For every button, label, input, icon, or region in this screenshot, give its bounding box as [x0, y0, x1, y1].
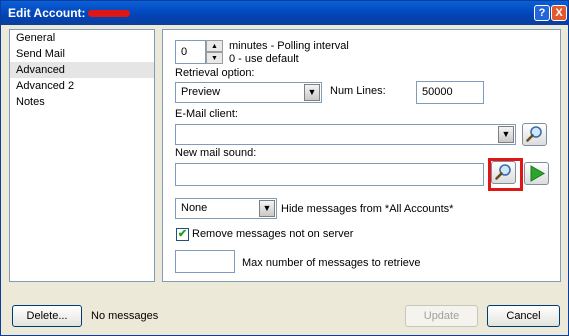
- sidebar-item-send-mail[interactable]: Send Mail: [10, 46, 154, 62]
- spin-down-icon[interactable]: ▼: [206, 52, 223, 64]
- window-title: Edit Account:: [8, 6, 130, 20]
- retrieval-option-value: Preview: [181, 86, 221, 98]
- num-lines-input[interactable]: 50000: [416, 81, 484, 104]
- polling-default-hint: 0 - use default: [229, 53, 299, 65]
- edit-account-dialog: Edit Account: ? X General Send Mail Adva…: [0, 0, 569, 336]
- update-button[interactable]: Update: [405, 305, 478, 327]
- advanced-settings-panel: 0 ▲ ▼ minutes - Polling interval 0 - use…: [162, 29, 561, 282]
- browse-email-client-button[interactable]: [522, 123, 547, 146]
- title-bar: Edit Account: ? X: [1, 1, 568, 25]
- cancel-button[interactable]: Cancel: [487, 305, 560, 327]
- magnifier-icon: [526, 126, 542, 142]
- sidebar-item-advanced-2[interactable]: Advanced 2: [10, 78, 154, 94]
- play-icon: [530, 165, 546, 182]
- new-mail-sound-label: New mail sound:: [175, 147, 257, 159]
- remove-messages-label[interactable]: Remove messages not on server: [192, 228, 353, 240]
- num-lines-label: Num Lines:: [330, 85, 386, 97]
- max-messages-input[interactable]: [175, 250, 235, 273]
- delete-button[interactable]: Delete...: [12, 305, 82, 327]
- settings-sidebar: General Send Mail Advanced Advanced 2 No…: [9, 29, 155, 282]
- close-button[interactable]: X: [551, 5, 567, 21]
- polling-interval-input[interactable]: 0: [175, 40, 206, 64]
- chevron-down-icon[interactable]: ▼: [259, 200, 275, 217]
- chevron-down-icon[interactable]: ▼: [304, 84, 320, 101]
- polling-interval-stepper[interactable]: ▲ ▼: [206, 40, 223, 64]
- new-mail-sound-input[interactable]: [175, 163, 484, 186]
- max-messages-label: Max number of messages to retrieve: [242, 257, 421, 269]
- email-client-select[interactable]: ▼: [175, 124, 516, 145]
- polling-interval-label: minutes - Polling interval: [229, 40, 349, 52]
- email-client-label: E-Mail client:: [175, 108, 238, 120]
- help-button[interactable]: ?: [534, 5, 550, 21]
- chevron-down-icon[interactable]: ▼: [498, 126, 514, 143]
- sidebar-item-notes[interactable]: Notes: [10, 94, 154, 110]
- hide-messages-label: Hide messages from *All Accounts*: [281, 203, 454, 215]
- status-text: No messages: [91, 310, 159, 322]
- remove-messages-checkbox[interactable]: ✔: [176, 228, 189, 241]
- hide-messages-select[interactable]: None ▼: [175, 198, 277, 219]
- redacted-account-name: [87, 10, 130, 18]
- spin-up-icon[interactable]: ▲: [206, 40, 223, 52]
- retrieval-option-label: Retrieval option:: [175, 67, 255, 79]
- retrieval-option-select[interactable]: Preview ▼: [175, 82, 322, 103]
- play-sound-button[interactable]: [524, 162, 549, 185]
- highlight-annotation: [488, 158, 523, 191]
- sidebar-item-advanced[interactable]: Advanced: [10, 62, 154, 78]
- hide-messages-value: None: [181, 202, 208, 214]
- sidebar-item-general[interactable]: General: [10, 30, 154, 46]
